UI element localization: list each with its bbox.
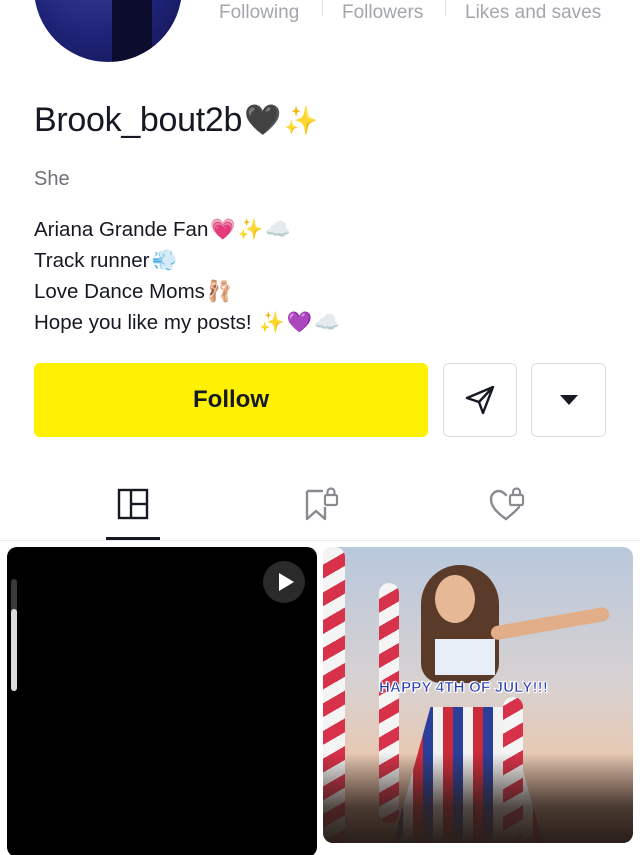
singer-top (435, 639, 495, 675)
video-progress-thumb (11, 609, 17, 691)
stat-divider (322, 0, 323, 16)
singer-arm (489, 606, 611, 641)
bio-line: Track runner💨 (34, 245, 340, 276)
purple-heart-icon: 💜 (286, 311, 313, 334)
sparkles-icon: ✨ (259, 311, 285, 334)
tab-liked[interactable] (487, 484, 527, 524)
bio-line: Love Dance Moms🩰 (34, 276, 340, 307)
active-tab-indicator (106, 537, 160, 540)
more-options-button[interactable] (531, 363, 606, 437)
followers-label[interactable]: Followers (342, 2, 423, 24)
bio-text: Love Dance Moms (34, 280, 205, 303)
tab-saved[interactable] (300, 484, 340, 524)
bio: Ariana Grande Fan💗✨☁️ Track runner💨 Love… (34, 214, 340, 338)
post-caption: HAPPY 4TH OF JULY!!! (379, 679, 549, 697)
bookmark-lock-icon (305, 487, 339, 521)
cloud-icon: ☁️ (265, 218, 291, 241)
bio-text: Hope you like my posts! (34, 311, 258, 334)
following-label[interactable]: Following (219, 2, 299, 24)
bio-text: Ariana Grande Fan (34, 218, 209, 241)
bio-line: Ariana Grande Fan💗✨☁️ (34, 214, 340, 245)
cloud-icon: ☁️ (314, 311, 340, 334)
bio-text: Track runner (34, 249, 150, 272)
profile-page: Following Followers Likes and saves Broo… (0, 0, 640, 855)
grid-icon (117, 488, 149, 520)
profile-tabs (0, 470, 640, 541)
singer-face (435, 575, 475, 623)
post-thumbnail[interactable] (7, 547, 317, 855)
caret-down-icon (559, 395, 578, 405)
share-button[interactable] (443, 363, 517, 437)
pronoun: She (34, 168, 70, 190)
sparkles-icon: ✨ (283, 104, 319, 136)
play-icon (278, 573, 294, 591)
ballet-shoes-icon: 🩰 (206, 280, 233, 303)
stats-row: Following Followers Likes and saves (200, 0, 640, 26)
follow-button[interactable]: Follow (34, 363, 428, 437)
sparkles-icon: ✨ (237, 218, 264, 241)
tab-posts[interactable] (113, 484, 153, 524)
pink-heart-icon: 💗 (210, 218, 236, 241)
black-heart-icon: 🖤 (244, 103, 282, 137)
play-button[interactable] (263, 561, 305, 603)
avatar-figure (112, 0, 152, 62)
paper-plane-icon (465, 385, 495, 415)
crowd (323, 753, 633, 843)
stat-divider (445, 0, 446, 16)
username-row: Brook_bout2b 🖤 ✨ (34, 100, 318, 140)
likes-label[interactable]: Likes and saves (465, 2, 601, 24)
dash-icon: 💨 (151, 249, 177, 272)
avatar[interactable] (34, 0, 182, 62)
username: Brook_bout2b (34, 100, 243, 139)
post-thumbnail[interactable]: HAPPY 4TH OF JULY!!! (323, 547, 633, 843)
heart-lock-icon (489, 487, 525, 521)
bio-line: Hope you like my posts! ✨💜☁️ (34, 307, 340, 338)
